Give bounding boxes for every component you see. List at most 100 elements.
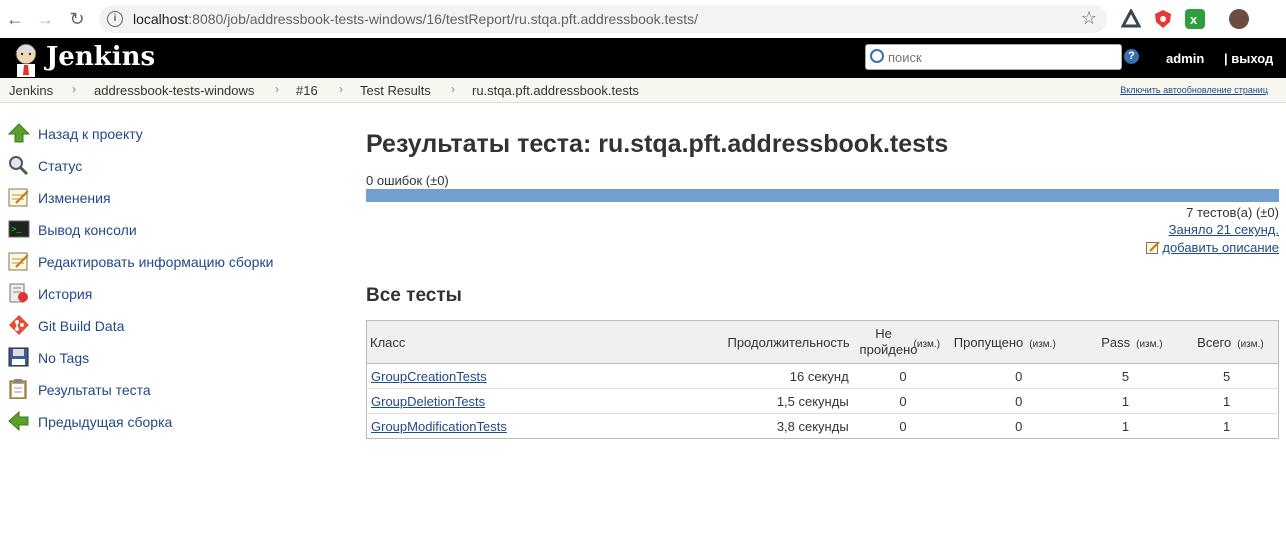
duration-link[interactable]: Заняло 21 секунд. [1169,222,1279,237]
test-result-bar [366,189,1279,202]
pass-cell: 1 [1091,413,1134,439]
class-link[interactable]: GroupModificationTests [371,419,507,434]
sidebar-item-label: Вывод консоли [38,222,137,238]
autorefresh-link[interactable]: Включить автообновление страниц [1120,85,1268,95]
column-header-failed-label: Не пройдено [859,326,918,357]
edit-note-icon [1146,241,1161,254]
search-box[interactable] [865,44,1122,70]
column-header-class[interactable]: Класс [366,320,708,364]
column-header-skipped[interactable]: Пропущено [948,320,1027,364]
extension-red-shield-icon[interactable] [1153,9,1173,29]
table-row: GroupCreationTests 16 секунд 0 0 5 5 [366,363,1279,389]
notepad-icon [8,251,30,271]
total-diff-cell [1234,388,1279,414]
extension-green-icon[interactable]: x [1185,9,1205,29]
search-input[interactable] [886,47,1115,67]
total-cell: 1 [1188,388,1235,414]
sidebar-item-test-results[interactable]: Результаты теста [8,377,298,401]
skipped-diff-cell [1026,413,1092,439]
sidebar-item-git-build-data[interactable]: Git Build Data [8,313,298,337]
failed-diff-cell [910,413,949,439]
column-header-total[interactable]: Всего [1188,320,1235,364]
sidebar-item-status[interactable]: Статус [8,153,298,177]
failed-diff-cell [910,388,949,414]
column-header-failed[interactable]: Не пройдено [852,320,918,364]
table-row: GroupDeletionTests 1,5 секунды 0 0 1 1 [366,388,1279,414]
breadcrumb-item[interactable]: Test Results [360,83,431,98]
breadcrumb: Jenkins › addressbook-tests-windows › #1… [0,78,1286,103]
column-header-skipped-diff[interactable]: (изм.) [1026,320,1092,364]
total-cell: 1 [1188,413,1235,439]
help-icon[interactable]: ? [1124,49,1139,64]
breadcrumb-separator: › [339,82,343,96]
clipboard-icon [8,379,30,400]
sidebar-item-previous-build[interactable]: Предыдущая сборка [8,409,298,433]
failed-diff-cell [910,363,949,389]
logout-link[interactable]: | выход [1224,51,1273,66]
extension-triangle-icon[interactable] [1120,7,1142,29]
pass-cell: 1 [1091,388,1134,414]
pass-diff-cell [1133,413,1189,439]
sidebar-item-changes[interactable]: Изменения [8,185,298,209]
history-icon [8,283,30,303]
sidebar-item-label: No Tags [38,350,90,366]
breadcrumb-item[interactable]: #16 [296,83,318,98]
sidebar-item-label: История [38,286,93,302]
terminal-icon: >_ [8,219,30,239]
column-header-pass[interactable]: Pass [1091,320,1134,364]
table-header-row: Класс Продолжительность Не пройдено (изм… [366,320,1279,364]
breadcrumb-item[interactable]: addressbook-tests-windows [94,83,254,98]
class-link[interactable]: GroupCreationTests [371,369,487,384]
notepad-icon [8,187,30,207]
reload-icon[interactable]: ↻ [66,8,88,30]
column-header-duration[interactable]: Продолжительность [707,320,853,364]
sidebar-item-console-output[interactable]: >_ Вывод консоли [8,217,298,241]
pass-cell: 5 [1091,363,1134,389]
column-header-failed-diff[interactable]: (изм.) [910,320,949,364]
sidebar-item-history[interactable]: История [8,281,298,305]
breadcrumb-item[interactable]: ru.stqa.pft.addressbook.tests [472,83,639,98]
svg-text:x: x [1190,12,1198,27]
skipped-cell: 0 [948,388,1027,414]
breadcrumb-item[interactable]: Jenkins [9,83,53,98]
sidebar-item-label: Статус [38,158,83,174]
brand-title[interactable]: Jenkins [46,42,155,72]
sidebar-item-no-tags[interactable]: No Tags [8,345,298,369]
sidebar-item-label: Предыдущая сборка [38,414,173,430]
failed-cell: 0 [852,363,911,389]
user-link[interactable]: admin [1166,51,1204,66]
add-description-link[interactable]: добавить описание [1146,240,1279,255]
browser-toolbar: ← → ↻ i localhost:8080/job/addressbook-t… [0,0,1286,39]
address-bar[interactable]: i localhost:8080/job/addressbook-tests-w… [99,5,1107,33]
skipped-cell: 0 [948,413,1027,439]
duration-cell: 16 секунд [707,363,853,389]
column-header-total-diff[interactable]: (изм.) [1234,320,1279,364]
url-text[interactable]: localhost:8080/job/addressbook-tests-win… [133,11,698,27]
page-title: Результаты теста: ru.stqa.pft.addressboo… [366,130,949,158]
column-header-total-diff-label: (изм.) [1237,338,1264,350]
failure-summary: 0 ошибок (±0) [366,173,449,188]
sidebar-item-edit-build-info[interactable]: Редактировать информацию сборки [8,249,298,273]
table-row: GroupModificationTests 3,8 секунды 0 0 1… [366,413,1279,439]
pass-diff-cell [1133,363,1189,389]
profile-avatar[interactable] [1229,9,1249,29]
save-icon [8,347,30,367]
info-icon[interactable]: i [107,11,123,27]
column-header-skipped-diff-label: (изм.) [1029,338,1056,350]
skipped-diff-cell [1026,388,1092,414]
back-icon[interactable]: ← [4,8,26,30]
magnifier-icon [8,155,30,176]
total-diff-cell [1234,363,1279,389]
class-link[interactable]: GroupDeletionTests [371,394,485,409]
sidebar-item-label: Редактировать информацию сборки [38,254,274,270]
breadcrumb-separator: › [451,82,455,96]
forward-icon[interactable]: → [34,8,56,30]
sidebar-item-label: Изменения [38,190,111,206]
skipped-cell: 0 [948,363,1027,389]
bookmark-star-icon[interactable]: ☆ [1081,8,1097,29]
jenkins-logo-icon[interactable] [10,41,42,77]
sidebar-item-back-to-project[interactable]: Назад к проекту [7,121,298,145]
column-header-pass-diff-label: (изм.) [1136,338,1163,350]
column-header-pass-diff[interactable]: (изм.) [1133,320,1189,364]
left-arrow-icon [8,410,30,432]
